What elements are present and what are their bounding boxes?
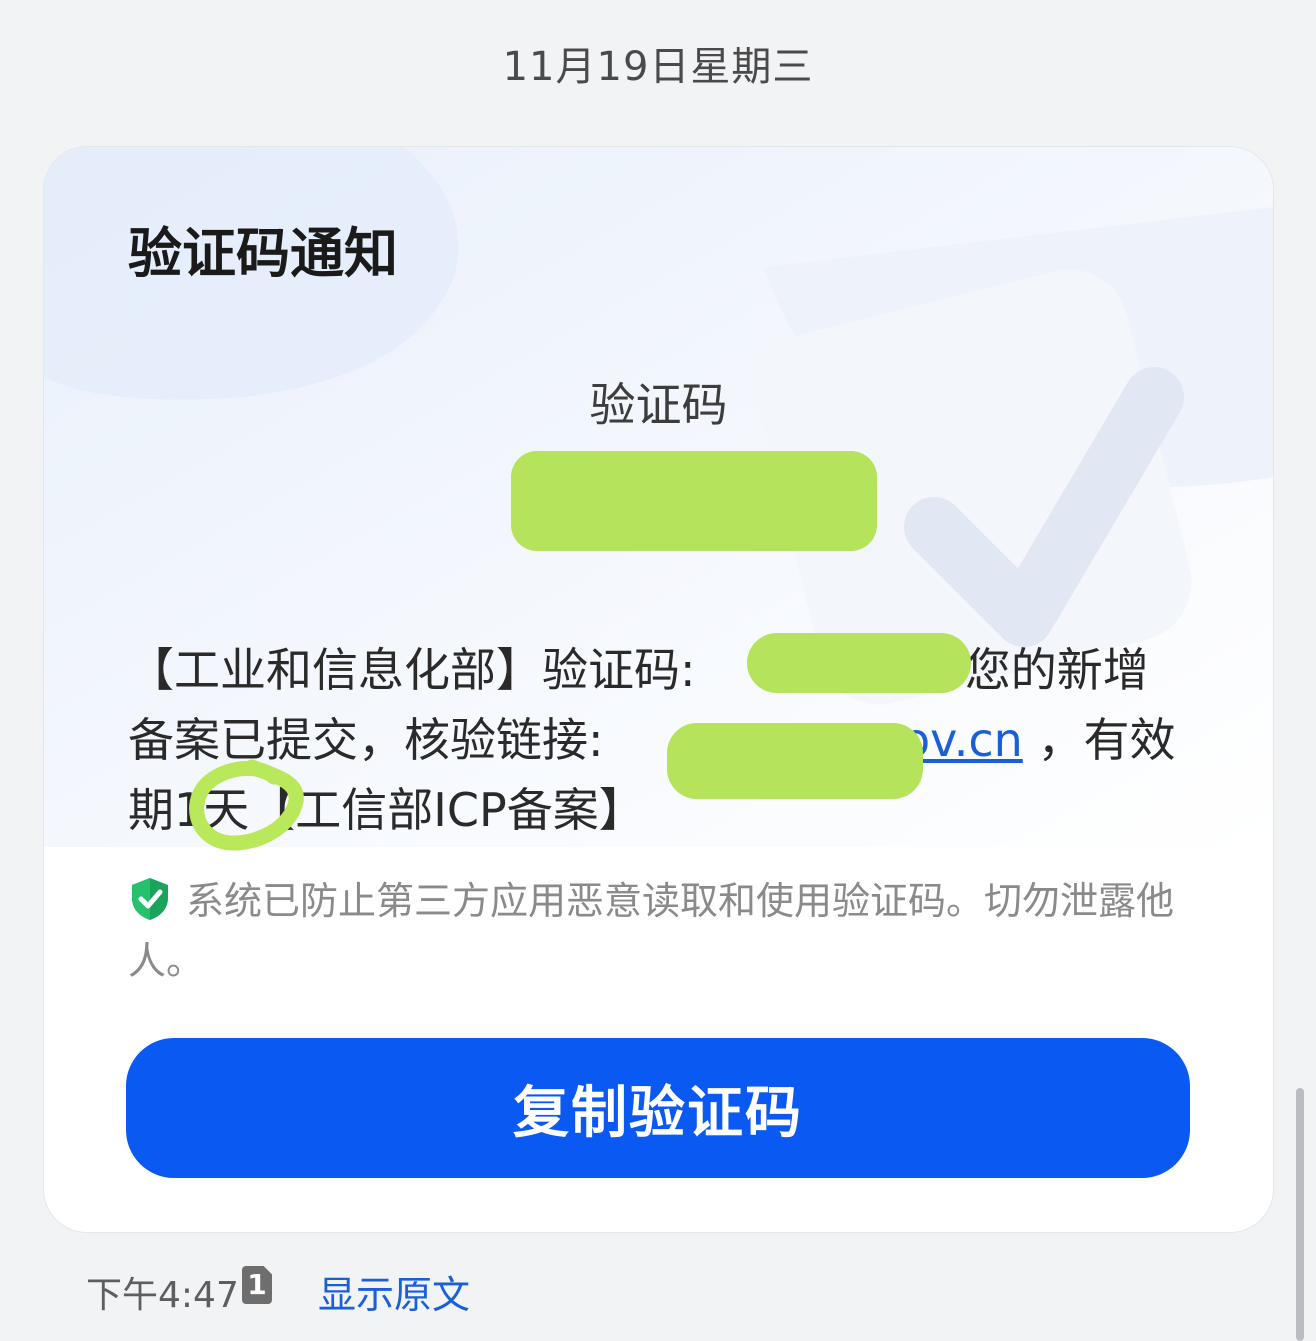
- message-line1-after: 您的新增: [964, 643, 1149, 697]
- code-redaction: [511, 451, 877, 551]
- scrollbar[interactable]: [1296, 1088, 1304, 1341]
- verification-code-card: 验证码通知 验证码 【工业和信息化部】验证码: 您的新增 备案已提交，核验链接:…: [43, 146, 1274, 1233]
- show-original-link[interactable]: 显示原文: [318, 1264, 470, 1319]
- message-line1-before: 【工业和信息化部】验证码:: [128, 643, 696, 697]
- sim-card-icon: 1: [242, 1266, 272, 1304]
- card-title: 验证码通知: [128, 222, 398, 285]
- link-redaction: [667, 723, 923, 799]
- handwritten-circle-annotation: [189, 759, 304, 851]
- code-in-message-redaction: [747, 633, 971, 693]
- message-line2-after: ，有效: [1037, 713, 1176, 767]
- security-notice-text: 系统已防止第三方应用恶意读取和使用验证码。切勿泄露他人。: [128, 879, 1175, 983]
- message-time: 下午4:47: [86, 1275, 239, 1316]
- date-header: 11月19日星期三: [502, 44, 814, 90]
- security-notice: 系统已防止第三方应用恶意读取和使用验证码。切勿泄露他人。: [128, 875, 1188, 987]
- code-label: 验证码: [589, 378, 728, 432]
- copy-code-button[interactable]: 复制验证码: [126, 1038, 1190, 1178]
- shield-check-icon: [128, 876, 172, 935]
